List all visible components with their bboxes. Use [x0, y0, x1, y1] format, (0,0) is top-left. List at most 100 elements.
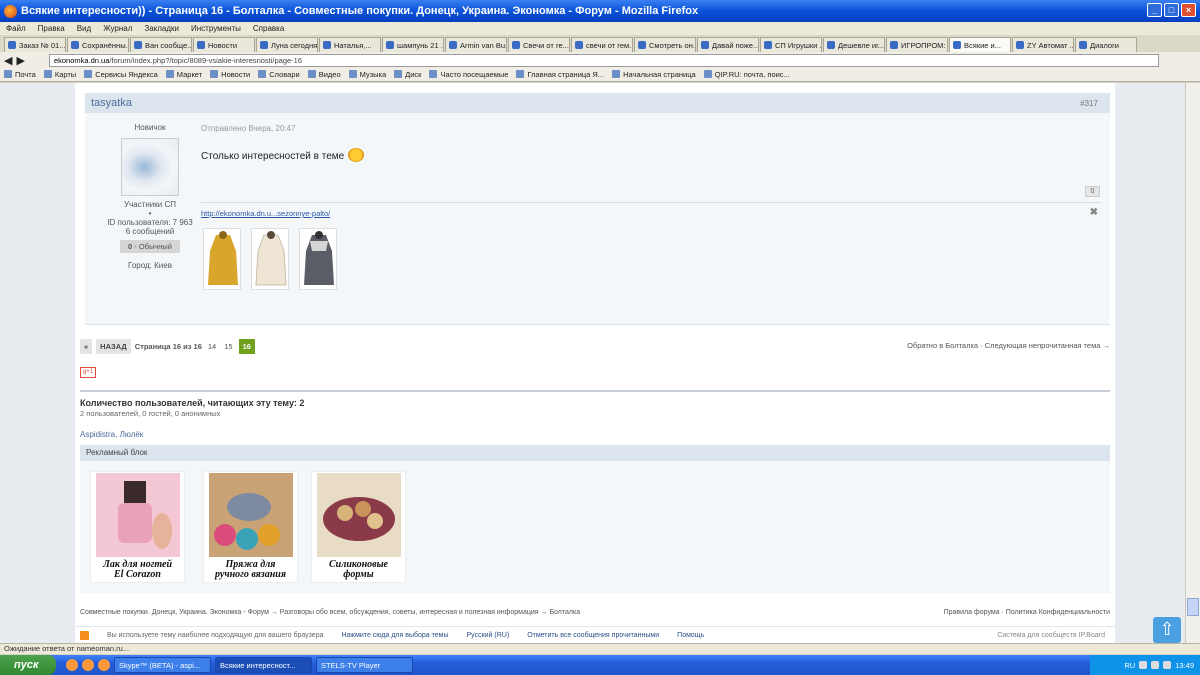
forward-icon[interactable]: ▶	[16, 54, 24, 67]
coat-image-gray[interactable]	[299, 228, 337, 290]
menu-tools[interactable]: Инструменты	[191, 24, 241, 33]
menu-view[interactable]: Вид	[77, 24, 91, 33]
firefox-quick-icon[interactable]	[66, 659, 78, 671]
task-firefox[interactable]: Всякие интересност...	[215, 657, 312, 673]
task-stels[interactable]: STELS-TV Player	[316, 657, 413, 673]
language-select[interactable]: Русский (RU)	[466, 632, 509, 639]
bookmark-item[interactable]: Музыка	[349, 70, 387, 79]
bookmark-item[interactable]: Почта	[4, 70, 36, 79]
ads-block: Лак для ногтей El Corazon Пряжа для ручног…	[80, 461, 1110, 593]
tab-favicon	[386, 41, 394, 49]
breadcrumb[interactable]: Совместные покупки. Донецк, Украина. Эко…	[80, 609, 580, 616]
tab-8[interactable]: Armin van Bu...	[445, 37, 507, 52]
tab-14[interactable]: Дешевле иг...	[823, 37, 885, 52]
tab-1[interactable]: Заказ № 01...	[4, 37, 66, 52]
page-link[interactable]: 14	[206, 342, 218, 351]
post-number[interactable]: #317	[1080, 99, 1098, 108]
tab-15[interactable]: ИГРОПРОМ: ...	[886, 37, 948, 52]
tab-favicon	[71, 41, 79, 49]
start-button[interactable]: пуск	[0, 655, 56, 675]
app-quick-icon[interactable]	[98, 659, 110, 671]
back-button[interactable]: НАЗАД	[96, 339, 131, 354]
bookmark-item[interactable]: Маркет	[166, 70, 202, 79]
ad-nail-polish[interactable]: Лак для ногтей El Corazon	[90, 471, 185, 583]
tab-9[interactable]: Свечи от ге...	[508, 37, 570, 52]
tab-6[interactable]: Наталья,...	[319, 37, 381, 52]
scrollbar-thumb[interactable]	[1187, 598, 1199, 616]
avatar[interactable]	[121, 138, 179, 196]
menu-edit[interactable]: Правка	[38, 24, 65, 33]
bookmark-item[interactable]: Начальная страница	[612, 70, 696, 79]
tab-favicon	[1079, 41, 1087, 49]
url-input[interactable]: ekonomka.dn.ua/forum/index.php?/topic/80…	[48, 53, 1159, 67]
antivirus-icon[interactable]	[1163, 661, 1172, 669]
bookmark-item[interactable]: Диск	[394, 70, 421, 79]
ad-yarn[interactable]: Пряжа для ручного вязания	[203, 471, 298, 583]
tab-favicon	[323, 41, 331, 49]
bookmark-item[interactable]: Словари	[258, 70, 299, 79]
readers-names[interactable]: Aspidistra, Люлёк	[80, 430, 143, 439]
menu-help[interactable]: Справка	[253, 24, 284, 33]
post-author[interactable]: tasyatka	[91, 97, 132, 109]
bookmark-item[interactable]: Сервисы Яндекса	[84, 70, 158, 79]
tab-favicon	[512, 41, 520, 49]
tab-17[interactable]: ZY Автомат ...	[1012, 37, 1074, 52]
footer-policy-links[interactable]: Правила форума · Политика Конфиденциальн…	[944, 609, 1110, 616]
forum-page: tasyatka #317 Новичок Участники СП • ID …	[75, 83, 1115, 643]
back-links[interactable]: Обратно в Болталка · Следующая непрочита…	[907, 341, 1110, 350]
maximize-button[interactable]: □	[1164, 3, 1179, 17]
page-viewport: tasyatka #317 Новичок Участники СП • ID …	[0, 83, 1185, 643]
tab-11[interactable]: Смотреть он...	[634, 37, 696, 52]
scroll-top-icon[interactable]: ⇧	[1153, 617, 1181, 643]
network-icon[interactable]	[1139, 661, 1148, 669]
tab-favicon	[827, 41, 835, 49]
task-skype[interactable]: Skype™ (BETA) - aspi...	[114, 657, 211, 673]
language-indicator[interactable]: RU	[1124, 661, 1135, 670]
mark-read-link[interactable]: Отметить все сообщения прочитанными	[527, 632, 659, 639]
back-icon[interactable]: ◀	[4, 54, 12, 67]
tab-favicon	[764, 41, 772, 49]
minimize-button[interactable]: _	[1147, 3, 1162, 17]
bookmark-item[interactable]: Видео	[308, 70, 341, 79]
tab-18[interactable]: Диалоги	[1075, 37, 1137, 52]
vertical-scrollbar[interactable]	[1185, 83, 1200, 643]
help-link[interactable]: Помощь	[677, 632, 704, 639]
bookmark-item[interactable]: Часто посещаемые	[429, 70, 508, 79]
tab-2[interactable]: Сохранённы...	[67, 37, 129, 52]
tab-4[interactable]: Новости	[193, 37, 255, 52]
tab-10[interactable]: свечи от гем...	[571, 37, 633, 52]
volume-icon[interactable]	[1151, 661, 1160, 669]
ad-caption: Силиконовые формы	[328, 559, 388, 580]
menu-file[interactable]: Файл	[6, 24, 26, 33]
choose-theme-link[interactable]: Нажмите сюда для выбора темы	[341, 632, 448, 639]
coat-image-yellow[interactable]	[203, 228, 241, 290]
rss-icon[interactable]	[80, 630, 89, 640]
nail-polish-image	[95, 473, 180, 557]
tab-12[interactable]: Давай поже...	[697, 37, 759, 52]
tab-favicon	[449, 41, 457, 49]
google-plus-button[interactable]: g+1	[80, 367, 96, 378]
close-button[interactable]: ×	[1181, 3, 1196, 17]
tab-3[interactable]: Ван сообще...	[130, 37, 192, 52]
browser-quick-icon[interactable]	[82, 659, 94, 671]
ad-silicone-forms[interactable]: Силиконовые формы	[311, 471, 406, 583]
current-page[interactable]: 16	[238, 339, 255, 354]
bookmark-item[interactable]: QIP.RU: почта, поис...	[704, 70, 790, 79]
tab-13[interactable]: СП Игрушки ...	[760, 37, 822, 52]
close-icon[interactable]: ✖	[1090, 207, 1098, 218]
menu-history[interactable]: Журнал	[103, 24, 132, 33]
tab-7[interactable]: шампунь 21 ...	[382, 37, 444, 52]
bookmark-item[interactable]: Карты	[44, 70, 76, 79]
tab-active[interactable]: Всякие и...	[949, 37, 1011, 52]
first-page-button[interactable]: «	[80, 339, 93, 354]
menu-bookmarks[interactable]: Закладки	[144, 24, 179, 33]
bookmark-item[interactable]: Новости	[210, 70, 250, 79]
signature-link[interactable]: http://ekonomka.dn.u...sezonnye-palto/	[201, 209, 330, 218]
tab-5[interactable]: Луна сегодня	[256, 37, 318, 52]
bookmark-item[interactable]: Главная страница Я...	[516, 70, 604, 79]
coat-image-white[interactable]	[251, 228, 289, 290]
user-messages: 6 сообщений	[125, 227, 175, 236]
section-divider	[80, 390, 1110, 392]
like-counter[interactable]: 0	[1085, 186, 1100, 197]
page-link[interactable]: 15	[222, 342, 234, 351]
